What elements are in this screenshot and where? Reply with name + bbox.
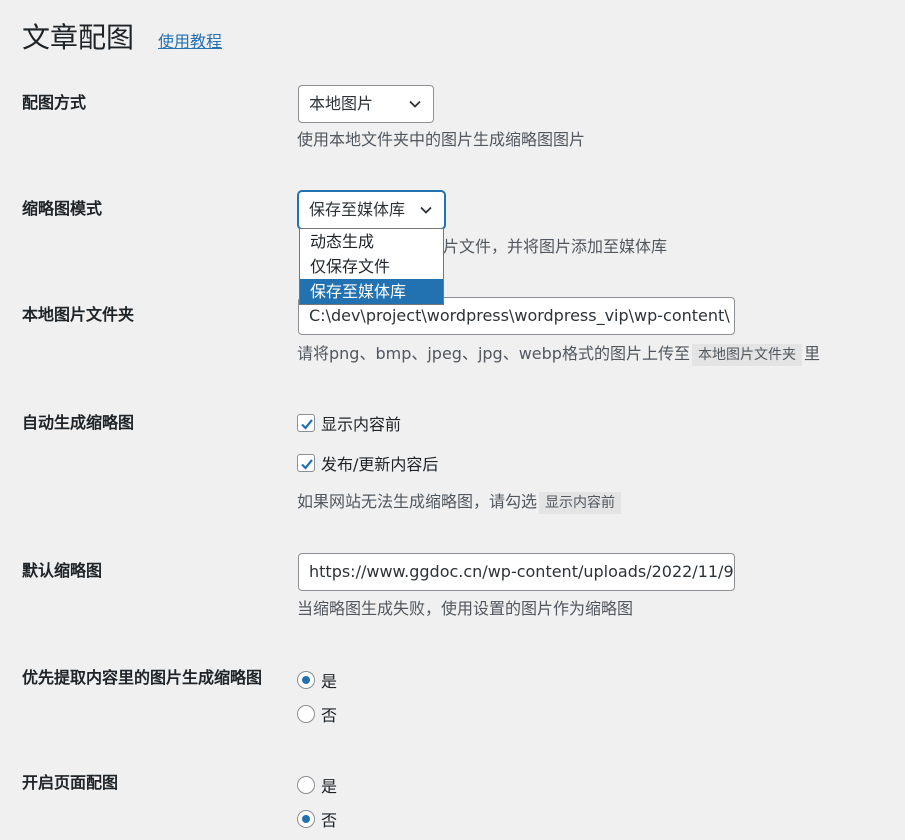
- prefer-content-no-radio[interactable]: [297, 705, 315, 723]
- dropdown-option-media-library[interactable]: 保存至媒体库: [300, 279, 443, 304]
- page-image-no-radio[interactable]: [297, 810, 315, 828]
- prefer-content-no-row[interactable]: 否: [297, 703, 337, 725]
- chevron-down-icon: [409, 100, 421, 108]
- tutorial-link[interactable]: 使用教程: [158, 28, 222, 52]
- page-image-yes-label: 是: [321, 777, 338, 796]
- dropdown-option-dynamic[interactable]: 动态生成: [300, 229, 443, 254]
- checkbox-before-content-row[interactable]: 显示内容前: [297, 412, 401, 434]
- thumbnail-mode-dropdown[interactable]: 动态生成 仅保存文件 保存至媒体库: [299, 228, 444, 305]
- checkbox-before-content-label: 显示内容前: [321, 415, 402, 434]
- page-image-yes-radio[interactable]: [297, 776, 315, 794]
- checkmark-icon: [301, 459, 313, 470]
- prefer-content-no-label: 否: [321, 706, 338, 725]
- default-thumbnail-label: 默认缩略图: [22, 561, 103, 580]
- local-folder-label: 本地图片文件夹: [22, 305, 135, 324]
- image-source-select-value: 本地图片: [309, 94, 374, 113]
- local-folder-description: 请将png、bmp、jpeg、jpg、webp格式的图片上传至 本地图片文件夹里: [297, 343, 820, 366]
- default-thumbnail-description: 当缩略图生成失败，使用设置的图片作为缩略图: [297, 599, 634, 618]
- page-image-label: 开启页面配图: [22, 773, 119, 792]
- thumbnail-mode-select[interactable]: 保存至媒体库: [298, 191, 445, 229]
- page-image-no-row[interactable]: 否: [297, 808, 337, 830]
- thumbnail-mode-select-value: 保存至媒体库: [309, 200, 406, 219]
- auto-generate-description: 如果网站无法生成缩略图，请勾选 显示内容前: [297, 491, 623, 514]
- checkmark-icon: [301, 419, 313, 430]
- auto-generate-desc-text: 如果网站无法生成缩略图，请勾选: [297, 492, 538, 511]
- dropdown-option-save-file[interactable]: 仅保存文件: [300, 254, 443, 279]
- checkbox-after-publish-row[interactable]: 发布/更新内容后: [297, 452, 438, 474]
- auto-generate-label: 自动生成缩略图: [22, 413, 135, 432]
- image-source-label: 配图方式: [22, 93, 87, 112]
- page-title: 文章配图: [22, 21, 135, 54]
- page-image-yes-row[interactable]: 是: [297, 774, 337, 796]
- prefer-content-yes-label: 是: [321, 672, 338, 691]
- page-image-no-label: 否: [321, 811, 338, 830]
- thumbnail-mode-description: 片文件，并将图片添加至媒体库: [443, 237, 668, 256]
- thumbnail-mode-label: 缩略图模式: [22, 199, 103, 218]
- checkbox-after-publish-label: 发布/更新内容后: [321, 455, 439, 474]
- prefer-content-yes-radio[interactable]: [297, 671, 315, 689]
- prefer-content-yes-row[interactable]: 是: [297, 669, 337, 691]
- default-thumbnail-input[interactable]: https://www.ggdoc.cn/wp-content/uploads/…: [298, 553, 735, 591]
- image-source-description: 使用本地文件夹中的图片生成缩略图图片: [297, 130, 586, 149]
- image-source-select[interactable]: 本地图片: [298, 85, 434, 123]
- prefer-content-image-label: 优先提取内容里的图片生成缩略图: [22, 668, 263, 687]
- chevron-down-icon: [420, 206, 432, 214]
- checkbox-after-publish[interactable]: [297, 454, 315, 472]
- auto-generate-desc-code: 显示内容前: [539, 492, 622, 514]
- checkbox-before-content[interactable]: [297, 414, 315, 432]
- local-folder-desc-suffix: 里: [803, 344, 820, 363]
- local-folder-desc-code: 本地图片文件夹: [691, 344, 802, 366]
- local-folder-desc-text: 请将png、bmp、jpeg、jpg、webp格式的图片上传至: [297, 344, 690, 363]
